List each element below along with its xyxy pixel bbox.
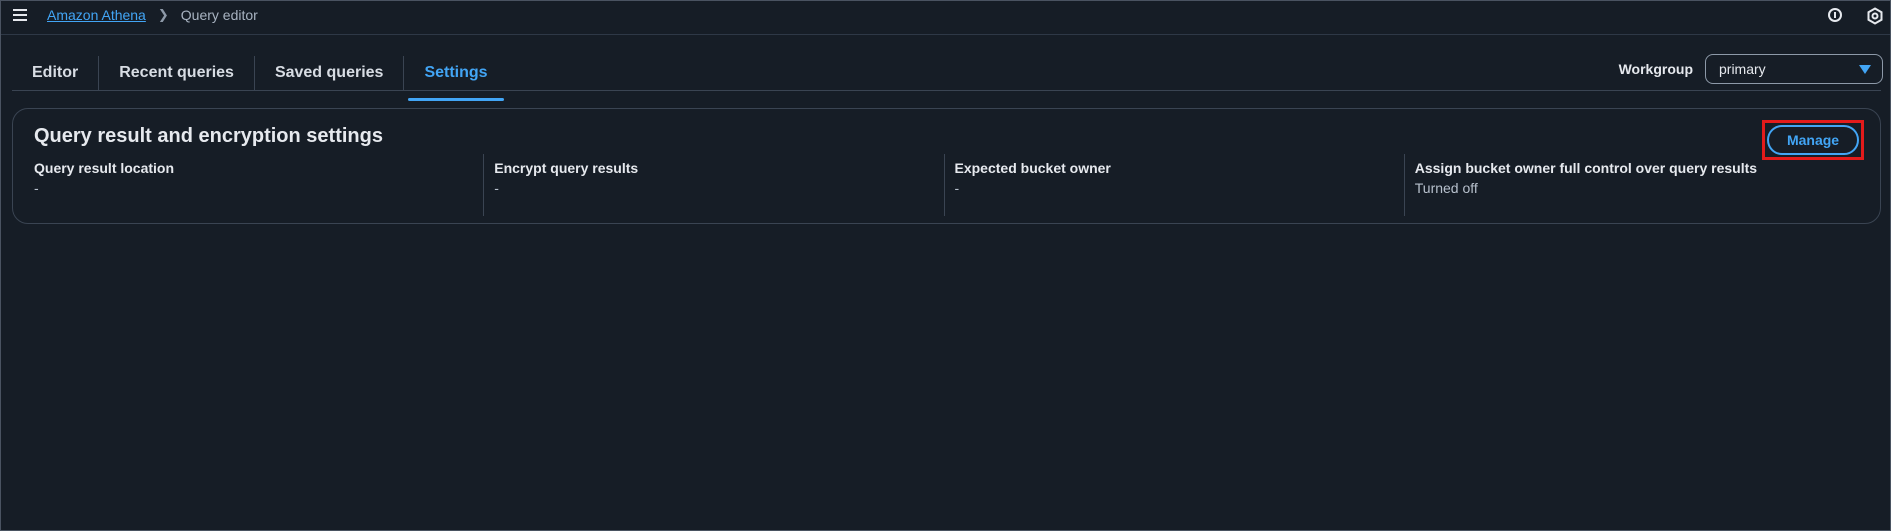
breadcrumb: Amazon Athena ❯ Query editor [47, 7, 258, 23]
workgroup-selector: Workgroup primary [1619, 54, 1883, 84]
card-title: Query result and encryption settings [34, 125, 383, 147]
field-value: - [494, 180, 499, 196]
breadcrumb-current: Query editor [180, 7, 258, 23]
field-query-result-location: Query result location - [34, 154, 483, 216]
workgroup-label: Workgroup [1618, 61, 1693, 77]
tab-editor[interactable]: Editor [14, 60, 98, 86]
field-assign-bucket-owner-full-control: Assign bucket owner full control over qu… [1403, 154, 1864, 216]
tab-settings[interactable]: Settings [404, 60, 507, 101]
hamburger-menu-icon[interactable] [13, 9, 27, 23]
field-value: Turned off [1414, 180, 1478, 196]
field-label: Encrypt query results [494, 160, 639, 176]
workgroup-selected-value: primary [1719, 61, 1766, 77]
workgroup-select[interactable]: primary [1705, 54, 1883, 84]
field-value: - [34, 180, 39, 196]
field-value: - [954, 180, 960, 196]
settings-fields: Query result location - Encrypt query re… [34, 154, 1864, 216]
manage-button[interactable]: Manage [1767, 125, 1859, 155]
field-encrypt-query-results: Encrypt query results - [483, 154, 943, 216]
tab-saved-queries[interactable]: Saved queries [255, 60, 404, 86]
field-label: Assign bucket owner full control over qu… [1414, 160, 1758, 176]
breadcrumb-link-amazon-athena[interactable]: Amazon Athena [47, 7, 146, 23]
chevron-right-icon: ❯ [157, 7, 169, 22]
field-expected-bucket-owner: Expected bucket owner - [943, 154, 1404, 216]
tabs-divider-line [12, 90, 1881, 91]
tab-bar: Editor Recent queries Saved queries Sett… [14, 55, 508, 101]
settings-hexagon-icon[interactable] [1866, 7, 1884, 25]
tab-recent-queries[interactable]: Recent queries [99, 60, 254, 86]
query-result-settings-card: Query result and encryption settings Man… [12, 108, 1881, 224]
caret-down-icon [1859, 65, 1871, 74]
info-icon[interactable] [1828, 8, 1842, 22]
field-label: Expected bucket owner [954, 160, 1111, 176]
top-bar: Amazon Athena ❯ Query editor [1, 1, 1890, 35]
field-label: Query result location [34, 160, 175, 176]
